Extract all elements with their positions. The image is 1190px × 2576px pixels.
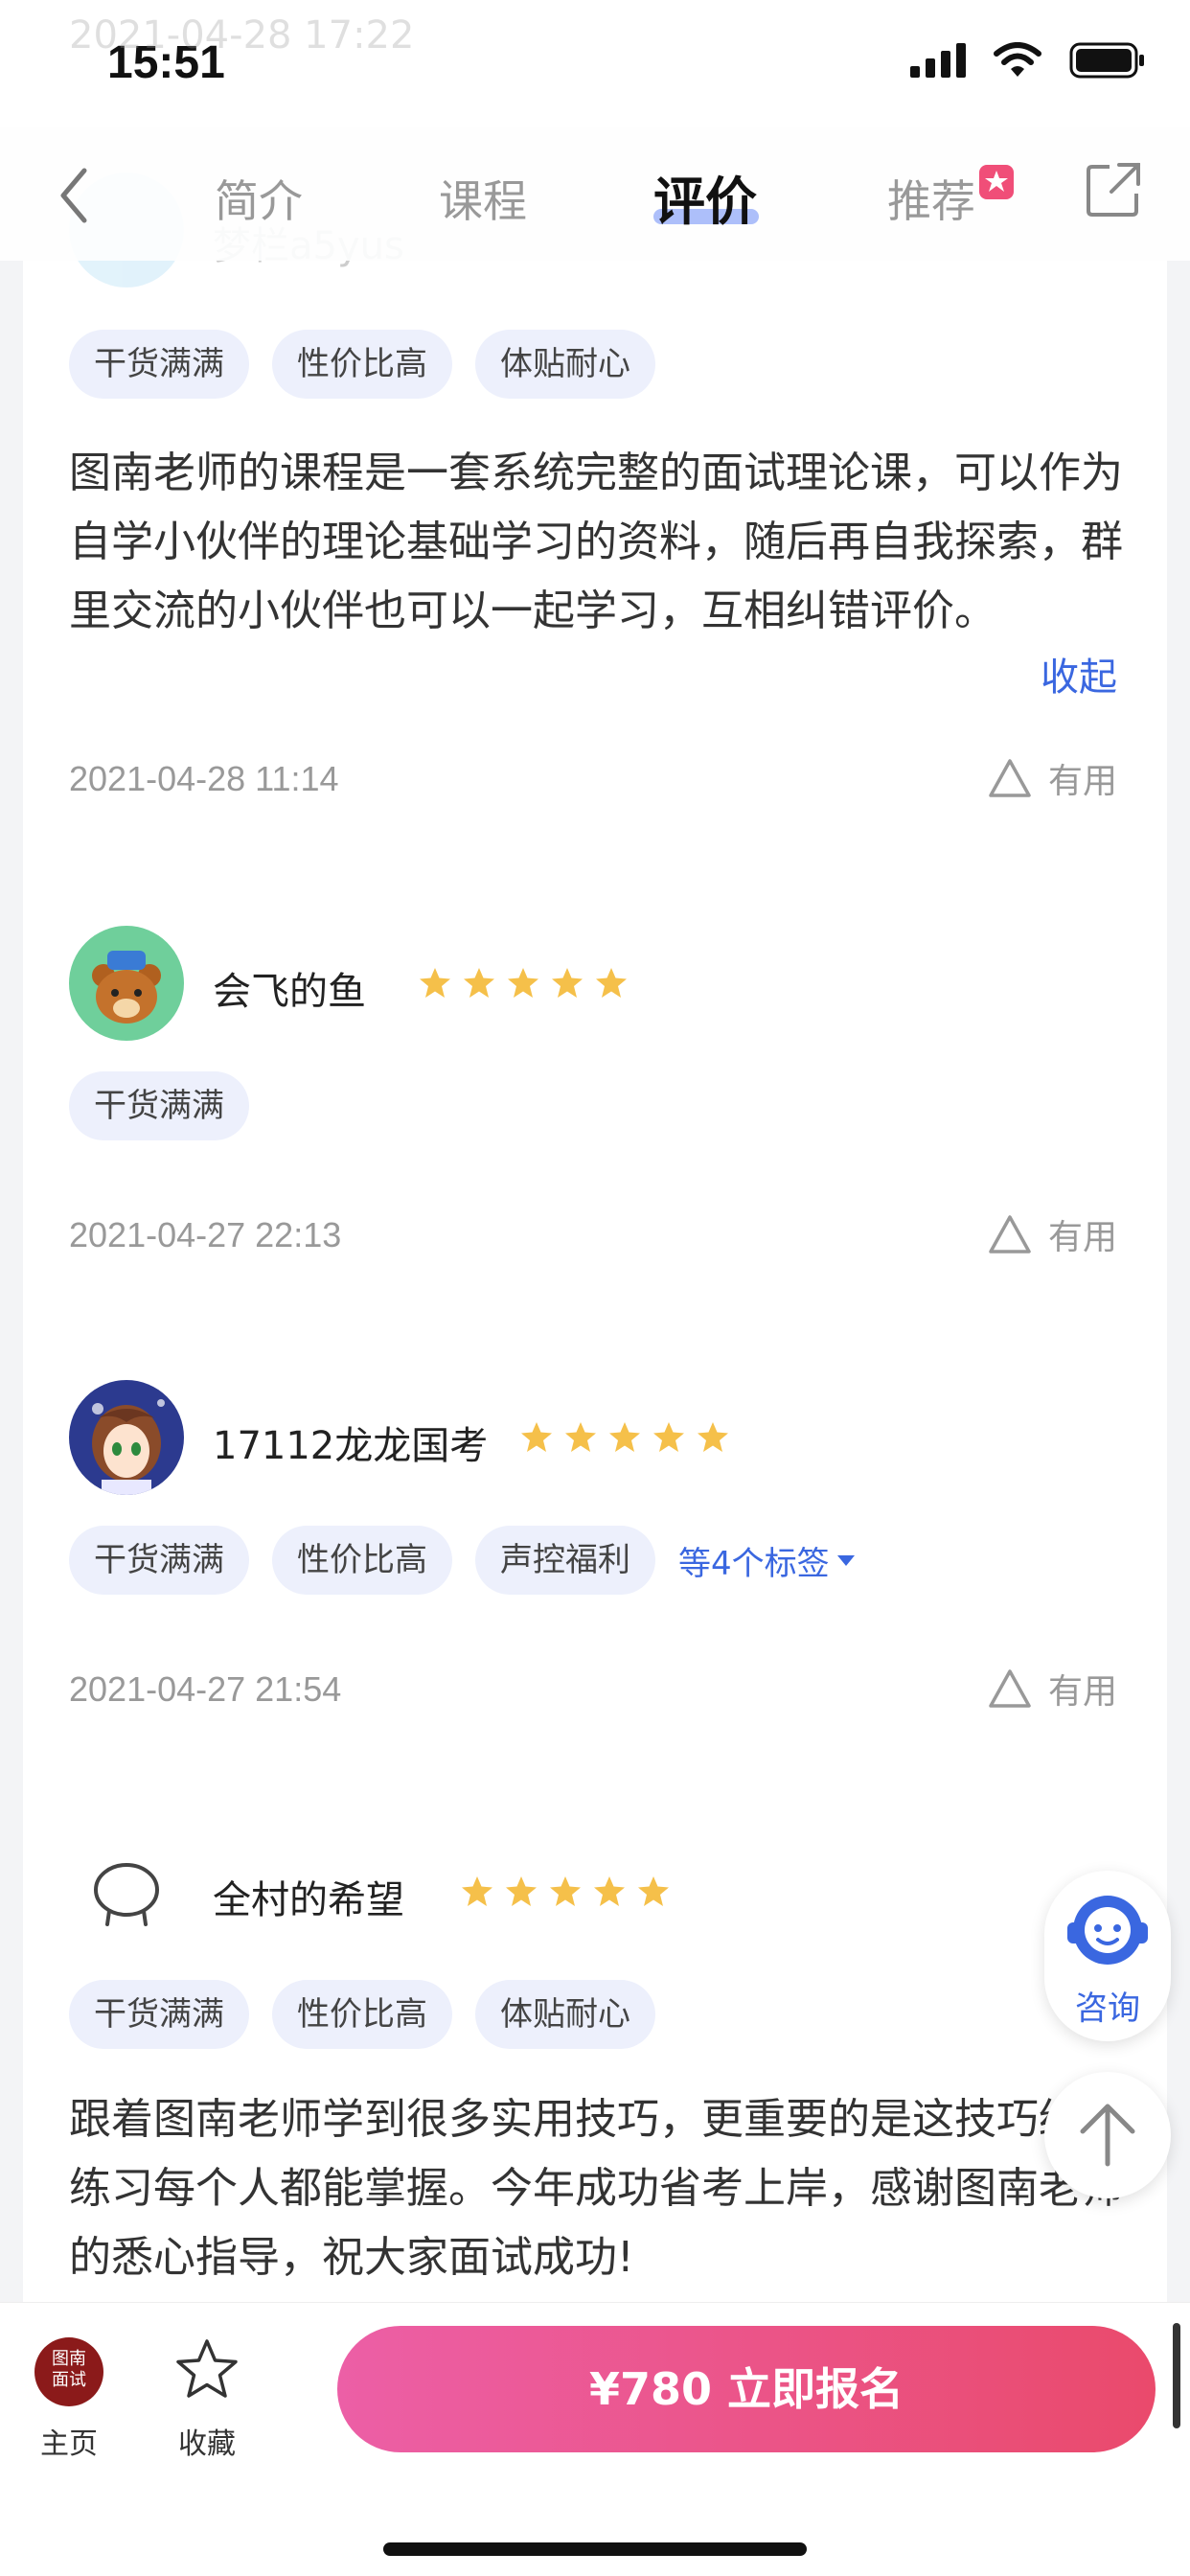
home-label[interactable]: 主页	[40, 2420, 98, 2462]
review-date: 2021-04-27 21:54	[69, 1669, 342, 1709]
username[interactable]: 会飞的鱼	[213, 960, 366, 1016]
useful-label: 有用	[1047, 762, 1117, 801]
collapse-link[interactable]: 收起	[1041, 646, 1117, 702]
thumb-triangle-icon	[989, 1215, 1031, 1254]
review-tags: 干货满满	[69, 1071, 249, 1140]
useful-label: 有用	[1047, 1672, 1117, 1712]
avatar[interactable]	[69, 1834, 184, 1949]
star-icon	[552, 968, 583, 998]
home-logo-text: 图南面试	[52, 2349, 86, 2390]
star-icon	[506, 1876, 537, 1906]
useful-button[interactable]: 有用	[987, 1664, 1117, 1714]
back-to-top-button[interactable]	[1044, 2072, 1171, 2198]
username[interactable]: 全村的希望	[213, 1869, 404, 1924]
star-icon	[550, 1876, 581, 1906]
star-icon	[638, 1876, 669, 1906]
star-rating	[418, 966, 629, 1000]
useful-button[interactable]: 有用	[987, 753, 1117, 803]
home-logo[interactable]: 图南面试	[34, 2337, 103, 2406]
tag: 体贴耐心	[475, 330, 655, 399]
tab-reviews-label: 评价	[653, 172, 757, 232]
tab-reviews[interactable]: 评价	[653, 159, 759, 235]
back-icon[interactable]	[52, 161, 98, 230]
avatar[interactable]	[69, 1380, 184, 1495]
review-tags: 干货满满 性价比高 体贴耐心	[69, 1980, 655, 2049]
more-tags-label: 等4个标签	[678, 1544, 830, 1583]
star-icon	[521, 1422, 552, 1452]
star-icon	[508, 968, 538, 998]
star-icon	[609, 1422, 640, 1452]
tag: 干货满满	[69, 1526, 249, 1595]
tag: 干货满满	[69, 330, 249, 399]
caret-down-icon	[836, 1555, 855, 1566]
tag: 性价比高	[272, 330, 452, 399]
star-icon	[698, 1422, 728, 1452]
review-tags: 干货满满 性价比高 体贴耐心	[69, 330, 655, 399]
tab-recommend[interactable]: 推荐	[887, 167, 975, 230]
enroll-button[interactable]: ¥780 立即报名	[337, 2326, 1156, 2452]
star-outline-icon[interactable]	[174, 2337, 240, 2403]
nav-bar: 简介 课程 评价 推荐	[0, 126, 1190, 261]
consult-label: 咨询	[1075, 1990, 1140, 2028]
star-icon	[596, 968, 627, 998]
tab-intro[interactable]: 简介	[215, 167, 303, 230]
thumb-triangle-icon	[989, 1669, 1031, 1708]
tab-course[interactable]: 课程	[439, 167, 527, 230]
scrollbar[interactable]	[1173, 2323, 1180, 2428]
review-text: 跟着图南老师学到很多实用技巧，更重要的是这技巧经过练习每个人都能掌握。今年成功省…	[69, 2095, 1123, 2282]
status-icons	[910, 42, 1146, 79]
signal-icon	[910, 43, 966, 78]
arrow-up-icon	[1080, 2104, 1135, 2167]
wifi-icon	[994, 42, 1041, 77]
reviews-list: 干货满满 性价比高 体贴耐心 图南老师的课程是一套系统完整的面试理论课，可以作为…	[23, 261, 1167, 2302]
tag: 性价比高	[272, 1526, 452, 1595]
battery-icon	[1069, 42, 1144, 79]
star-icon	[565, 1422, 596, 1452]
star-icon	[420, 968, 450, 998]
tag: 干货满满	[69, 1980, 249, 2049]
star-icon	[462, 1876, 492, 1906]
tag: 性价比高	[272, 1980, 452, 2049]
bottom-action-bar: 图南面试 主页 收藏 ¥780 立即报名	[0, 2302, 1190, 2576]
thumb-triangle-icon	[989, 759, 1031, 797]
star-icon	[464, 968, 494, 998]
review-date: 2021-04-27 22:13	[69, 1215, 342, 1254]
review-tags: 干货满满 性价比高 声控福利 等4个标签	[69, 1526, 857, 1595]
star-rating	[519, 1420, 730, 1455]
review-date: 2021-04-28 11:14	[69, 759, 339, 798]
review-text: 图南老师的课程是一套系统完整的面试理论课，可以作为自学小伙伴的理论基础学习的资料…	[69, 448, 1123, 635]
share-icon[interactable]	[1085, 161, 1142, 218]
useful-label: 有用	[1047, 1218, 1117, 1257]
star-rating	[460, 1874, 671, 1909]
consult-button[interactable]: 咨询	[1044, 1871, 1171, 2041]
anime-girl-avatar-icon	[69, 1380, 184, 1495]
scrolled-date: 2021-04-28 17:22	[69, 13, 415, 58]
status-bar: 2021-04-28 17:22 15:51	[0, 0, 1190, 126]
bear-avatar-icon	[69, 926, 184, 1041]
username[interactable]: 17112龙龙国考	[213, 1414, 488, 1470]
star-icon	[594, 1876, 625, 1906]
tag: 声控福利	[475, 1526, 655, 1595]
tag: 干货满满	[69, 1071, 249, 1140]
home-indicator	[383, 2542, 807, 2556]
recommend-star-badge-icon	[979, 165, 1014, 199]
useful-button[interactable]: 有用	[987, 1209, 1117, 1259]
chat-bubble-avatar-icon	[69, 1834, 184, 1949]
customer-service-icon	[1067, 1896, 1148, 1965]
more-tags-toggle[interactable]: 等4个标签	[678, 1537, 857, 1584]
tag: 体贴耐心	[475, 1980, 655, 2049]
star-icon	[653, 1422, 684, 1452]
favorite-label[interactable]: 收藏	[178, 2420, 236, 2462]
avatar[interactable]	[69, 926, 184, 1041]
